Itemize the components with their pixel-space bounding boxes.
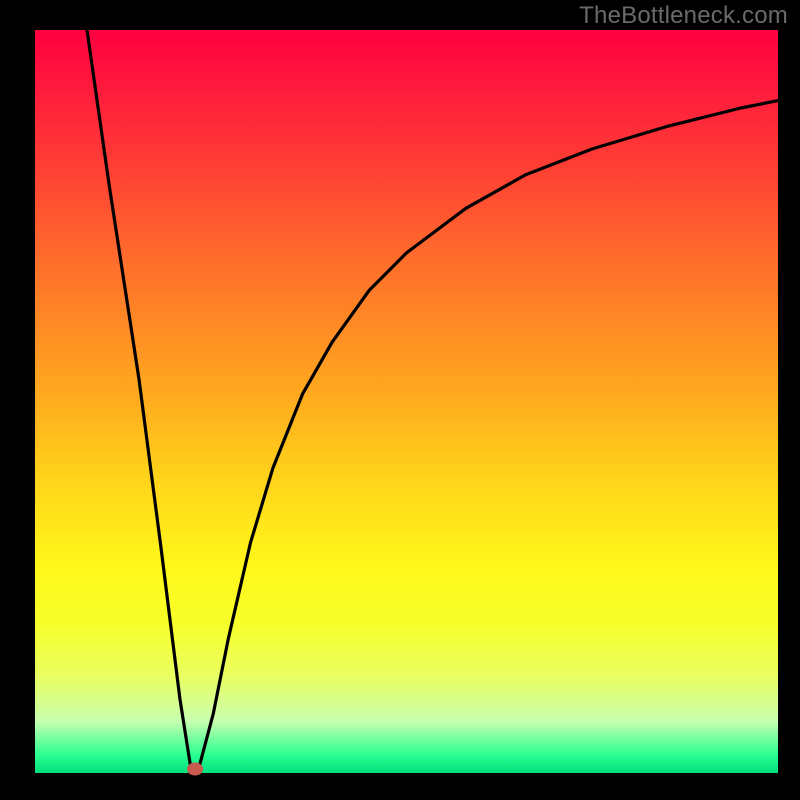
plot-area [35,30,778,773]
curve-path [87,30,778,769]
bottleneck-curve [35,30,778,773]
optimum-marker [187,763,203,776]
watermark-text: TheBottleneck.com [579,2,788,30]
chart-frame: TheBottleneck.com [0,0,800,800]
